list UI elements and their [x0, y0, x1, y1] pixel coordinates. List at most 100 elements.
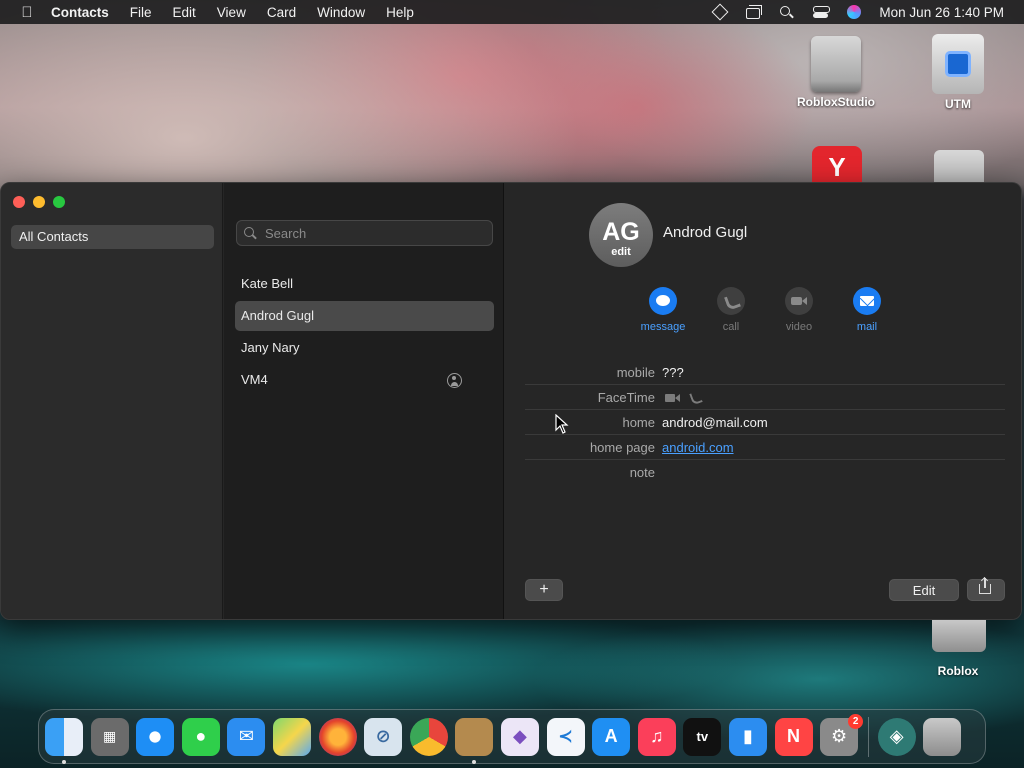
facetime-buttons: [665, 385, 703, 410]
contact-row-label: VM4: [241, 372, 268, 387]
launchpad-icon[interactable]: ▦: [90, 717, 129, 756]
contact-row-vm4[interactable]: VM4: [235, 365, 494, 395]
message-action-label: message: [640, 321, 686, 333]
field-label: mobile: [616, 365, 655, 380]
desktop-icon-roblox[interactable]: Roblox: [910, 661, 1006, 678]
yandex-browser-icon[interactable]: Y: [812, 146, 862, 182]
field-label: home page: [589, 440, 655, 455]
phone-icon: [717, 287, 745, 315]
contacts-icon[interactable]: [455, 717, 494, 764]
contact-detail-pane: AG edit Androd Gugl message call video m…: [505, 183, 1021, 619]
menu-window[interactable]: Window: [317, 5, 365, 20]
my-card-person-icon: [447, 373, 462, 388]
trash-icon[interactable]: [923, 717, 962, 756]
search-icon: [243, 226, 257, 240]
drive-icon[interactable]: [934, 150, 984, 182]
spotlight-search-icon[interactable]: [779, 5, 795, 19]
mail-icon[interactable]: ✉: [227, 717, 266, 756]
home-page-link[interactable]: android.com: [662, 435, 734, 460]
safari-icon[interactable]: [136, 717, 175, 756]
message-action[interactable]: message: [633, 287, 693, 333]
menu-card[interactable]: Card: [267, 5, 296, 20]
menu-file[interactable]: File: [130, 5, 152, 20]
close-window-button[interactable]: [13, 196, 25, 208]
desktop-icon-label: UTM: [945, 97, 971, 111]
share-button[interactable]: [967, 578, 1005, 601]
maps-icon[interactable]: [272, 717, 311, 756]
menu-app-name[interactable]: Contacts: [51, 5, 109, 20]
visual-studio-icon[interactable]: ◆: [500, 717, 539, 756]
field-value[interactable]: androd@mail.com: [662, 410, 768, 435]
contact-avatar[interactable]: AG edit: [589, 203, 653, 267]
app-icon[interactable]: ◈: [877, 717, 916, 756]
mail-action[interactable]: mail: [837, 287, 897, 333]
call-action[interactable]: call: [701, 287, 761, 333]
contact-name: Androd Gugl: [663, 224, 748, 241]
facetime-audio-icon[interactable]: [689, 390, 703, 405]
desktop-icon-label: RobloxStudio: [797, 95, 875, 109]
vscode-icon[interactable]: ≺: [546, 717, 585, 756]
notification-badge: 2: [848, 713, 864, 729]
firefox-icon[interactable]: [318, 717, 357, 756]
utm-app-icon: [932, 34, 984, 94]
field-label: FaceTime: [597, 390, 655, 405]
contact-row-kate-bell[interactable]: Kate Bell: [235, 269, 494, 299]
chrome-icon[interactable]: [409, 717, 448, 756]
avatar-edit-label[interactable]: edit: [589, 246, 653, 258]
field-label: home: [622, 415, 655, 430]
messages-icon[interactable]: ●: [181, 717, 220, 756]
screen-mirroring-icon[interactable]: [745, 5, 763, 19]
apple-menu-icon[interactable]: : [17, 4, 37, 21]
app-store-icon[interactable]: A: [592, 717, 631, 756]
desktop-icon-robloxstudio[interactable]: RobloxStudio: [788, 36, 884, 109]
sidebar-item-all-contacts[interactable]: All Contacts: [11, 225, 214, 249]
menu-edit[interactable]: Edit: [173, 5, 196, 20]
dock-separator: [867, 716, 869, 757]
field-row-home-page: home page android.com: [525, 435, 1005, 460]
control-center-icon[interactable]: [813, 5, 831, 19]
envelope-icon: [853, 287, 881, 315]
compress-icon[interactable]: ⊘: [364, 717, 403, 756]
menu-help[interactable]: Help: [386, 5, 414, 20]
search-field[interactable]: [236, 220, 493, 246]
video-action[interactable]: video: [769, 287, 829, 333]
finder-icon[interactable]: [45, 717, 83, 764]
menu-bar:  Contacts File Edit View Card Window He…: [0, 0, 1024, 24]
window-controls: [13, 196, 65, 208]
dock: ▦ ● ✉ ⊘ ◆ ≺ A ♫ tv ▮ N ⚙ 2 ◈: [38, 709, 986, 764]
facetime-video-icon[interactable]: [665, 393, 681, 403]
field-value[interactable]: ???: [662, 360, 684, 385]
video-camera-icon: [785, 287, 813, 315]
desktop-icon-utm[interactable]: UTM: [910, 34, 1006, 111]
drive-icon: [811, 36, 861, 92]
apple-tv-icon[interactable]: tv: [683, 717, 722, 756]
contact-row-jany-nary[interactable]: Jany Nary: [235, 333, 494, 363]
menu-clock[interactable]: Mon Jun 26 1:40 PM: [879, 5, 1004, 20]
desktop-icon-label: Roblox: [937, 664, 979, 678]
avatar-initials: AG: [602, 218, 640, 246]
status-diamond-icon[interactable]: [711, 5, 727, 19]
edit-button[interactable]: Edit: [889, 579, 959, 601]
search-input[interactable]: [265, 225, 485, 241]
contact-row-androd-gugl[interactable]: Androd Gugl: [235, 301, 494, 331]
siri-icon[interactable]: [847, 5, 862, 19]
field-row-facetime: FaceTime: [525, 385, 1005, 410]
groups-sidebar: All Contacts: [1, 183, 223, 619]
video-action-label: video: [785, 321, 813, 333]
contact-list-pane: Kate Bell Androd Gugl Jany Nary VM4: [224, 183, 504, 619]
news-icon[interactable]: N: [774, 717, 813, 756]
drive-icon[interactable]: [932, 620, 986, 652]
zoom-window-button[interactable]: [53, 196, 65, 208]
field-row-note: note: [525, 460, 1005, 485]
message-bubble-icon: [649, 287, 677, 315]
music-icon[interactable]: ♫: [637, 717, 676, 756]
system-settings-icon[interactable]: ⚙ 2: [820, 713, 864, 756]
add-field-button[interactable]: +: [525, 579, 563, 601]
contacts-window: All Contacts Kate Bell Androd Gugl Jany …: [0, 182, 1022, 620]
field-row-home-email: home androd@mail.com: [525, 410, 1005, 435]
field-label: note: [629, 465, 655, 480]
keynote-icon[interactable]: ▮: [728, 717, 767, 756]
minimize-window-button[interactable]: [33, 196, 45, 208]
menu-view[interactable]: View: [217, 5, 246, 20]
field-row-mobile: mobile ???: [525, 360, 1005, 385]
